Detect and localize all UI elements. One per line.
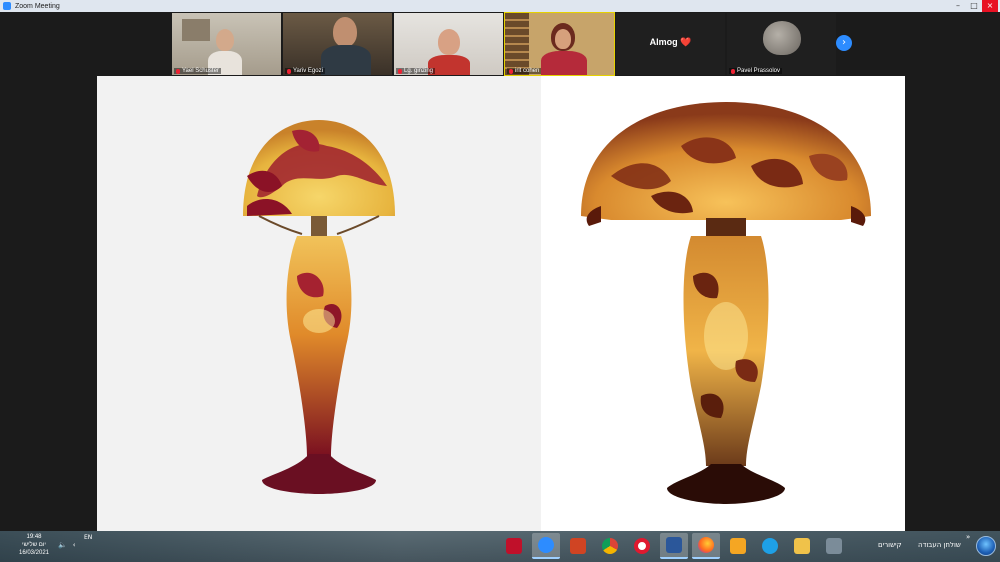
window-title: Zoom Meeting xyxy=(15,2,60,10)
lamp-left-illustration xyxy=(243,120,395,494)
participant-tile[interactable]: Lg. ginzing xyxy=(394,13,503,75)
opera-icon xyxy=(634,538,650,554)
participant-tile[interactable]: Yael Schuster xyxy=(172,13,281,75)
taskbar-media-player[interactable] xyxy=(724,533,752,559)
minimize-button[interactable]: – xyxy=(950,0,966,12)
taskbar-calculator[interactable] xyxy=(820,533,848,559)
clock-day: יום שלישי xyxy=(22,542,46,548)
participant-name: irit cohen xyxy=(507,68,542,74)
participant-name: Yariv Egozi xyxy=(285,68,325,74)
muted-mic-icon xyxy=(176,68,180,74)
clock-date: 16/03/2021 xyxy=(18,550,50,556)
file-explorer-icon xyxy=(794,538,810,554)
participant-name: Lg. ginzing xyxy=(396,68,436,74)
participant-name-large: Almog ❤️ xyxy=(649,37,692,47)
shared-image-right-lamp xyxy=(541,76,905,531)
word-icon xyxy=(666,537,682,553)
taskbar-apps xyxy=(500,533,848,559)
participant-tile[interactable]: Pavel Prassolov xyxy=(727,13,836,75)
canvas-margin-right xyxy=(905,76,1000,531)
zoom-icon xyxy=(538,537,554,553)
taskbar-desktop-toolbar[interactable]: שולחן העבודה xyxy=(918,541,961,549)
maximize-button[interactable]: □ xyxy=(966,0,982,12)
muted-mic-icon xyxy=(398,68,402,74)
internet-explorer-icon xyxy=(762,538,778,554)
mcafee-icon xyxy=(506,538,522,554)
clock-time: 19:48 xyxy=(26,534,42,540)
participant-tile[interactable]: Yariv Egozi xyxy=(283,13,392,75)
taskbar-internet-explorer[interactable] xyxy=(756,533,784,559)
taskbar-chrome[interactable] xyxy=(596,533,624,559)
taskbar-opera[interactable] xyxy=(628,533,656,559)
participant-tile-no-video[interactable]: Almog ❤️ xyxy=(616,13,725,75)
powerpoint-icon xyxy=(570,538,586,554)
taskbar-word[interactable] xyxy=(660,533,688,559)
taskbar-zoom[interactable] xyxy=(532,533,560,559)
participant-tile-active-speaker[interactable]: irit cohen xyxy=(504,12,615,76)
taskbar-mcafee[interactable] xyxy=(500,533,528,559)
shared-screen xyxy=(97,76,905,531)
muted-mic-icon xyxy=(731,68,735,74)
toolbar-expand-icon[interactable]: » xyxy=(966,533,970,541)
windows-taskbar: 19:48 יום שלישי 16/03/2021 🔈 ‹ EN קישורי… xyxy=(0,531,1000,562)
taskbar-links-toolbar[interactable]: קישורים xyxy=(878,541,902,549)
taskbar-firefox[interactable] xyxy=(692,533,720,559)
system-clock[interactable]: 19:48 יום שלישי 16/03/2021 xyxy=(10,533,58,557)
close-button[interactable]: × xyxy=(982,0,998,12)
media-player-icon xyxy=(730,538,746,554)
zoom-app-icon xyxy=(3,2,11,10)
firefox-icon xyxy=(698,537,714,553)
next-page-button[interactable]: › xyxy=(836,35,852,51)
start-button[interactable] xyxy=(976,536,996,556)
window-title-bar: Zoom Meeting – □ × xyxy=(0,0,1000,12)
volume-icon[interactable]: 🔈 xyxy=(58,541,67,549)
lamp-right-illustration xyxy=(581,102,871,504)
window-controls: – □ × xyxy=(950,0,998,12)
participant-name: Yael Schuster xyxy=(174,68,221,74)
participant-gallery: Yael Schuster Yariv Egozi Lg. ginzing ir… xyxy=(172,12,836,76)
muted-mic-icon xyxy=(287,68,291,74)
tray-chevron-icon[interactable]: ‹ xyxy=(73,541,76,549)
taskbar-powerpoint[interactable] xyxy=(564,533,592,559)
system-tray: 🔈 ‹ xyxy=(58,541,76,549)
muted-mic-icon xyxy=(509,68,513,74)
participant-name: Pavel Prassolov xyxy=(729,68,783,74)
chrome-icon xyxy=(602,538,618,554)
language-indicator[interactable]: EN xyxy=(84,534,92,541)
taskbar-file-explorer[interactable] xyxy=(788,533,816,559)
shared-image-left-lamp xyxy=(97,76,541,531)
canvas-margin-left xyxy=(0,76,97,531)
calculator-icon xyxy=(826,538,842,554)
